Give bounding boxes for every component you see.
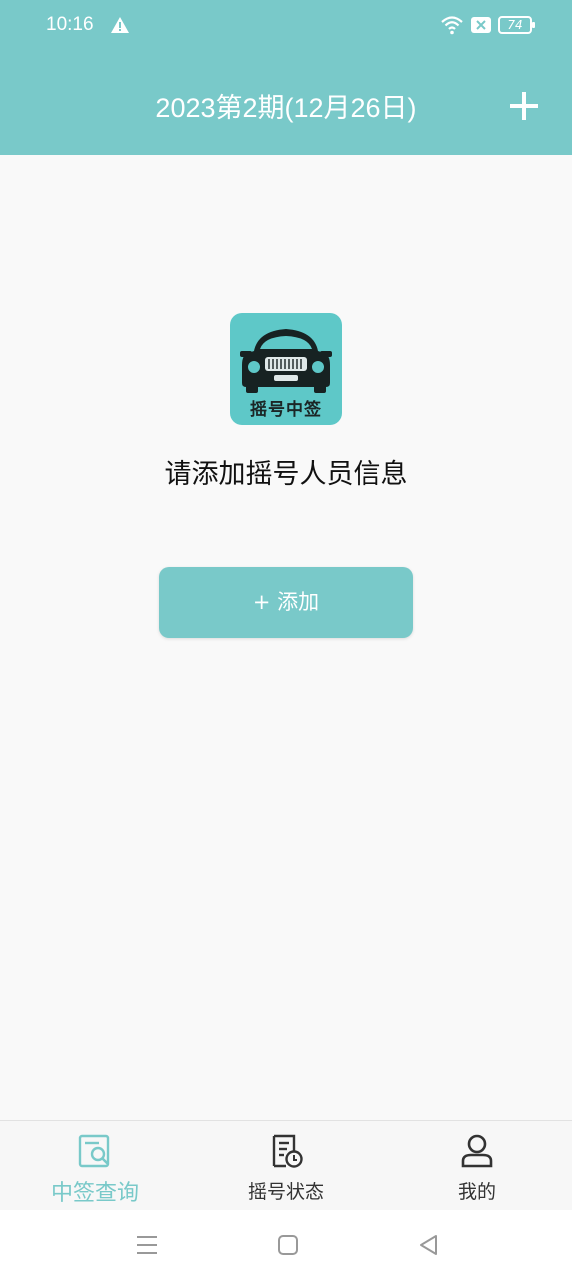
app-header: 10:16 74 2023第2期(12月26日) [0,0,572,155]
warning-icon [111,17,129,33]
battery-indicator: 74 [498,16,535,34]
home-icon[interactable] [275,1232,301,1258]
search-document-icon [78,1134,110,1168]
no-sim-icon [471,17,491,33]
tab-label: 摇号状态 [247,1181,324,1203]
app-logo: 摇号中签 [230,313,342,425]
tab-lottery-status[interactable]: 摇号状态 [191,1121,381,1211]
page-title: 2023第2期(12月26日) [155,93,417,123]
menu-icon[interactable] [134,1232,160,1258]
tab-label: 我的 [457,1181,496,1203]
tab-lottery-query[interactable]: 中签查询 [0,1121,190,1211]
logo-text: 摇号中签 [250,400,322,420]
empty-message: 请添加摇号人员信息 [164,459,408,490]
add-icon[interactable] [508,90,540,122]
tab-mine[interactable]: 我的 [382,1121,572,1211]
back-icon[interactable] [416,1232,442,1258]
wifi-icon [441,16,463,35]
document-clock-icon [272,1134,303,1168]
person-icon [461,1134,493,1168]
status-time: 10:16 [46,14,94,35]
system-nav-bar [0,1210,572,1280]
status-bar: 10:16 74 [0,0,572,52]
tab-label: 中签查询 [50,1181,139,1206]
add-person-button[interactable]: + 添加 [159,567,413,638]
bottom-tab-bar: 中签查询 摇号状态 我的 [0,1120,572,1210]
